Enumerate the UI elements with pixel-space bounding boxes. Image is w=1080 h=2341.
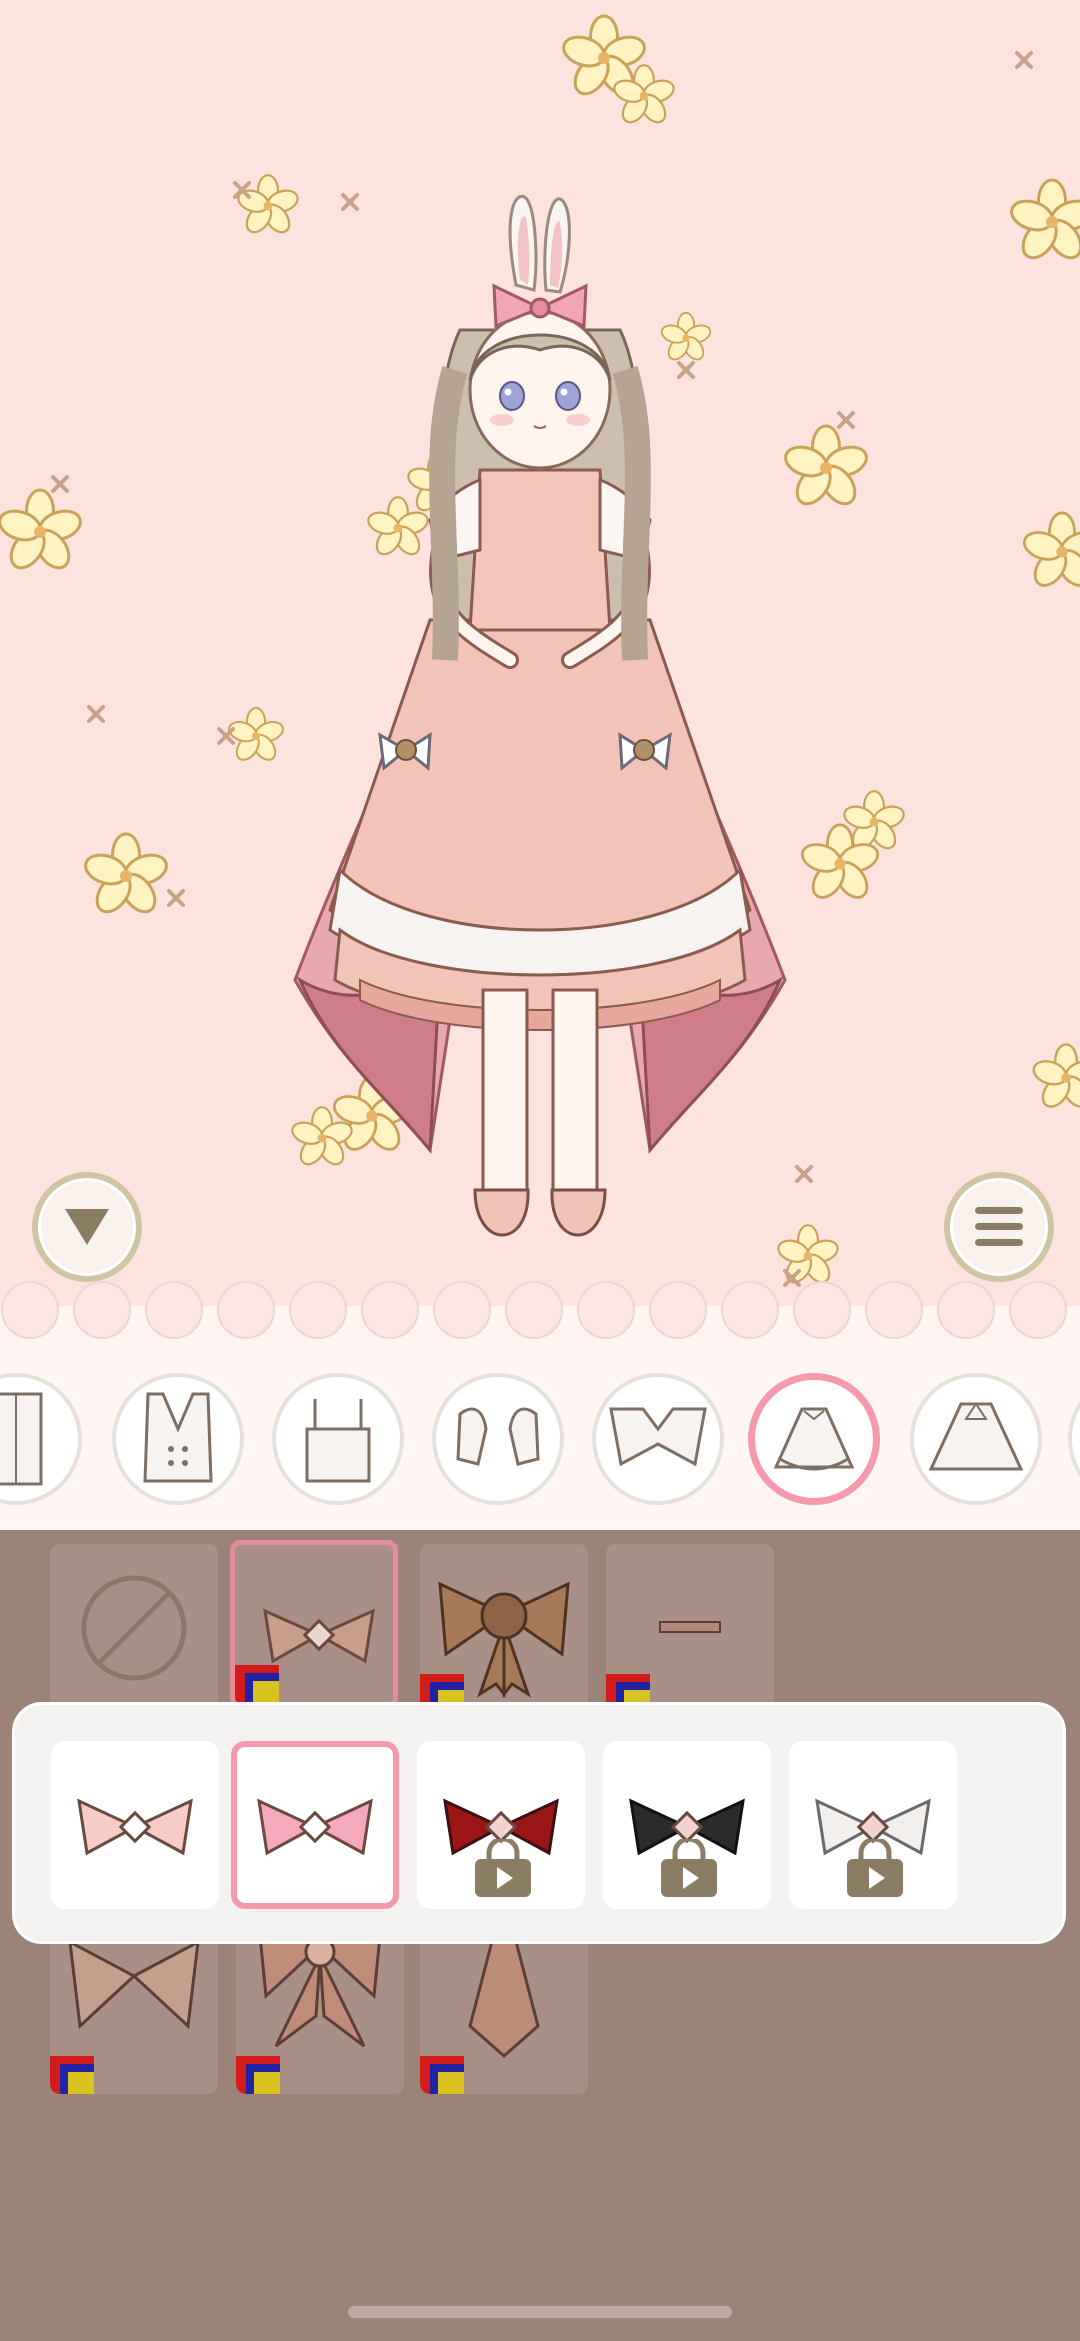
category-skirt[interactable] xyxy=(748,1373,880,1505)
item-tile-lace-bow[interactable] xyxy=(50,1926,218,2094)
variant-black[interactable] xyxy=(603,1741,771,1909)
cape-icon xyxy=(928,1402,1024,1471)
collapse-panel-button[interactable] xyxy=(32,1172,142,1282)
item-tile-tie[interactable] xyxy=(420,1926,588,2094)
bow-icon xyxy=(77,1798,193,1856)
variant-red[interactable] xyxy=(417,1741,585,1909)
menu-button[interactable] xyxy=(944,1172,1054,1282)
video-lock-icon xyxy=(475,1839,531,1897)
category-corset-vest[interactable] xyxy=(112,1373,244,1505)
none-icon xyxy=(81,1575,187,1681)
variant-white[interactable] xyxy=(789,1741,957,1909)
item-tile-choker[interactable] xyxy=(606,1544,774,1712)
shirt-back-icon xyxy=(0,1392,43,1486)
category-strip[interactable] xyxy=(0,1350,1080,1534)
lace-border xyxy=(0,1281,1080,1350)
sleeves-icon xyxy=(456,1407,540,1466)
character-stage xyxy=(0,0,1080,1350)
category-sleeves[interactable] xyxy=(432,1373,564,1505)
variant-pink[interactable] xyxy=(231,1741,399,1909)
video-lock-icon xyxy=(661,1839,717,1897)
camisole-icon xyxy=(305,1399,371,1483)
category-camisole[interactable] xyxy=(272,1373,404,1505)
category-more[interactable] xyxy=(1068,1373,1080,1505)
category-collar[interactable] xyxy=(592,1373,724,1505)
vest-icon xyxy=(143,1392,213,1483)
color-variant-popup xyxy=(12,1702,1066,1944)
variant-peach[interactable] xyxy=(51,1741,219,1909)
category-back-top[interactable] xyxy=(0,1373,82,1505)
video-lock-icon xyxy=(847,1839,903,1897)
item-tile-bow[interactable] xyxy=(230,1540,398,1708)
item-tile-none[interactable] xyxy=(50,1544,218,1712)
item-tile-jewel-bow[interactable] xyxy=(236,1926,404,2094)
triangle-down-icon xyxy=(65,1209,109,1245)
home-indicator[interactable] xyxy=(348,2306,732,2318)
item-tile-rose-bow[interactable] xyxy=(420,1544,588,1712)
bow-icon xyxy=(257,1798,373,1856)
hamburger-menu-icon xyxy=(975,1207,1023,1246)
category-cape[interactable] xyxy=(910,1373,1042,1505)
skirt-icon xyxy=(773,1407,855,1471)
collar-icon xyxy=(609,1407,707,1467)
character-doll xyxy=(293,195,787,1237)
